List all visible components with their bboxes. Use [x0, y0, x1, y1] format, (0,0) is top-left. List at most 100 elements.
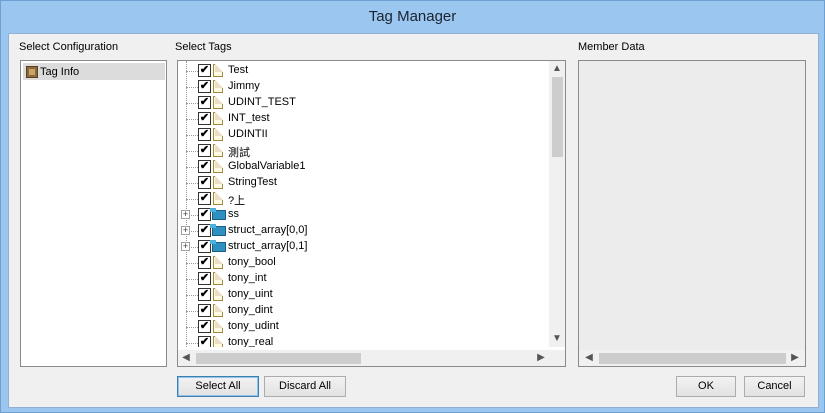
- tree-branch-line: [186, 295, 198, 296]
- tag-document-icon: [213, 320, 223, 333]
- expand-plus-icon[interactable]: +: [181, 242, 190, 251]
- tag-checkbox[interactable]: ✔: [198, 288, 211, 301]
- tag-label: struct_array[0,0]: [228, 224, 308, 236]
- tags-vertical-scroll-thumb[interactable]: [552, 77, 563, 157]
- tag-checkbox[interactable]: ✔: [198, 336, 211, 347]
- tag-row[interactable]: ✔ ?上: [178, 191, 548, 207]
- tag-row[interactable]: ✔ tony_real: [178, 335, 548, 347]
- tree-branch-line: [186, 135, 198, 136]
- tag-document-icon: [213, 176, 223, 189]
- config-item-label: Tag Info: [40, 65, 80, 78]
- member-data-panel: ◀ ▶: [578, 60, 806, 367]
- tag-label: tony_real: [228, 336, 274, 347]
- tag-checkbox[interactable]: ✔: [198, 320, 211, 333]
- tag-checkbox[interactable]: ✔: [198, 272, 211, 285]
- tag-checkbox[interactable]: ✔: [198, 80, 211, 93]
- select-configuration-label: Select Configuration: [19, 41, 119, 53]
- tag-checkbox[interactable]: ✔: [198, 96, 211, 109]
- tag-document-icon: [213, 304, 223, 317]
- tag-checkbox[interactable]: ✔: [198, 192, 211, 205]
- tree-branch-line: [186, 343, 198, 344]
- tags-tree-viewport: ✔ Test ✔ Jimmy ✔ UDINT_TEST ✔ INT_test ✔ UDINTII ✔…: [178, 61, 548, 347]
- scroll-up-arrow-icon[interactable]: ▲: [549, 61, 565, 77]
- tree-branch-line: [186, 183, 198, 184]
- discard-all-button[interactable]: Discard All: [264, 376, 346, 397]
- tag-row[interactable]: + ✔ struct_array[0,1]: [178, 239, 548, 255]
- tag-document-icon: [213, 128, 223, 141]
- tag-row[interactable]: + ✔ ss: [178, 207, 548, 223]
- tag-row[interactable]: ✔ tony_uint: [178, 287, 548, 303]
- tree-branch-line: [186, 327, 198, 328]
- tag-row[interactable]: ✔ UDINTII: [178, 127, 548, 143]
- cancel-button[interactable]: Cancel: [744, 376, 805, 397]
- tree-branch-line: [186, 119, 198, 120]
- tag-checkbox[interactable]: ✔: [198, 176, 211, 189]
- ok-button[interactable]: OK: [676, 376, 736, 397]
- tag-row[interactable]: ✔ tony_udint: [178, 319, 548, 335]
- tag-checkbox[interactable]: ✔: [198, 160, 211, 173]
- tag-label: tony_int: [228, 272, 267, 284]
- tag-label: Jimmy: [228, 80, 260, 92]
- scroll-right-arrow-icon[interactable]: ▶: [533, 350, 549, 366]
- tags-vertical-scrollbar[interactable]: ▲ ▼: [549, 61, 565, 347]
- tag-label: ss: [228, 208, 239, 220]
- tag-checkbox[interactable]: ✔: [198, 112, 211, 125]
- window-title: Tag Manager: [368, 8, 457, 25]
- tree-branch-line: [186, 151, 198, 152]
- tag-row[interactable]: ✔ Jimmy: [178, 79, 548, 95]
- tag-document-icon: [213, 96, 223, 109]
- tag-row[interactable]: ✔ tony_int: [178, 271, 548, 287]
- configuration-list[interactable]: Tag Info: [20, 60, 167, 367]
- select-tags-label: Select Tags: [175, 41, 232, 53]
- tag-row[interactable]: ✔ INT_test: [178, 111, 548, 127]
- tag-checkbox[interactable]: ✔: [198, 64, 211, 77]
- tag-checkbox[interactable]: ✔: [198, 256, 211, 269]
- member-data-label: Member Data: [578, 41, 645, 53]
- tree-branch-line: [186, 263, 198, 264]
- tag-label: StringTest: [228, 176, 277, 188]
- tag-row[interactable]: ✔ GlobalVariable1: [178, 159, 548, 175]
- tag-row[interactable]: ✔ 測試: [178, 143, 548, 159]
- tag-document-icon: [213, 144, 223, 157]
- tree-branch-line: [186, 199, 198, 200]
- tag-document-icon: [213, 336, 223, 347]
- book-icon: [26, 65, 38, 78]
- member-horizontal-scrollbar[interactable]: ◀ ▶: [579, 350, 805, 366]
- tag-row[interactable]: + ✔ struct_array[0,0]: [178, 223, 548, 239]
- tag-row[interactable]: ✔ StringTest: [178, 175, 548, 191]
- dialog-client-area: Select Configuration Tag Info Select Tag…: [8, 33, 819, 408]
- tag-checkbox[interactable]: ✔: [198, 128, 211, 141]
- tag-document-icon: [213, 288, 223, 301]
- tags-horizontal-scroll-thumb[interactable]: [196, 353, 361, 364]
- tag-label: tony_dint: [228, 304, 273, 316]
- tag-label: Test: [228, 64, 249, 76]
- select-all-button[interactable]: Select All: [177, 376, 259, 397]
- scroll-down-arrow-icon[interactable]: ▼: [549, 331, 565, 347]
- member-scroll-left-arrow-icon[interactable]: ◀: [581, 350, 597, 366]
- scroll-left-arrow-icon[interactable]: ◀: [178, 350, 194, 366]
- tag-label: tony_uint: [228, 288, 273, 300]
- member-horizontal-scroll-thumb[interactable]: [599, 353, 786, 364]
- struct-folder-icon: [210, 224, 226, 236]
- member-scroll-right-arrow-icon[interactable]: ▶: [787, 350, 803, 366]
- tag-document-icon: [213, 160, 223, 173]
- tag-document-icon: [213, 272, 223, 285]
- tag-row[interactable]: ✔ tony_bool: [178, 255, 548, 271]
- expand-plus-icon[interactable]: +: [181, 210, 190, 219]
- tag-row[interactable]: ✔ UDINT_TEST: [178, 95, 548, 111]
- tag-checkbox[interactable]: ✔: [198, 304, 211, 317]
- tag-label: ?上: [228, 195, 246, 207]
- tag-label: tony_udint: [228, 320, 279, 332]
- tree-branch-line: [186, 167, 198, 168]
- tree-branch-line: [186, 279, 198, 280]
- tag-label: UDINT_TEST: [228, 96, 296, 108]
- tag-row[interactable]: ✔ Test: [178, 63, 548, 79]
- expand-plus-icon[interactable]: +: [181, 226, 190, 235]
- tags-horizontal-scrollbar[interactable]: ◀ ▶: [178, 350, 565, 366]
- config-item-tag-info[interactable]: Tag Info: [23, 63, 165, 80]
- tag-label: tony_bool: [228, 256, 276, 268]
- tag-checkbox[interactable]: ✔: [198, 144, 211, 157]
- tags-tree[interactable]: ✔ Test ✔ Jimmy ✔ UDINT_TEST ✔ INT_test ✔ UDINTII ✔…: [177, 60, 566, 367]
- tag-row[interactable]: ✔ tony_dint: [178, 303, 548, 319]
- struct-folder-icon: [210, 240, 226, 252]
